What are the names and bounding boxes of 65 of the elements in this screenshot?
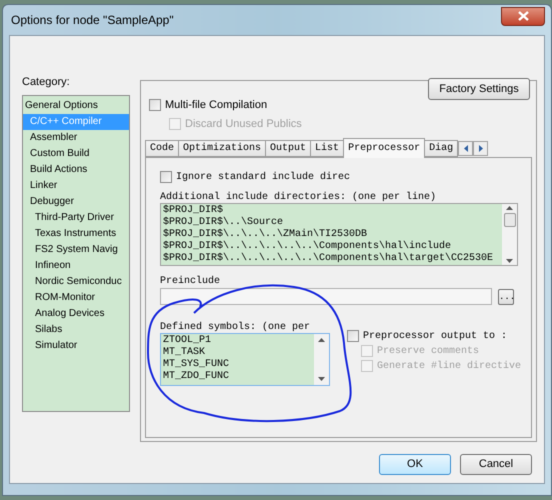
list-line: $PROJ_DIR$\..\..\..\..\..\Components\hal\include xyxy=(163,241,452,252)
list-line: MT_TASK xyxy=(163,347,206,359)
list-line: ZTOOL_P1 xyxy=(163,335,212,347)
category-list[interactable] xyxy=(22,95,130,412)
tree-item[interactable]: Third-Party Driver xyxy=(23,210,129,226)
scrollbar[interactable] xyxy=(314,334,329,385)
checkbox-label: Generate #line directive xyxy=(377,360,522,374)
scrollbar[interactable] xyxy=(502,204,517,265)
checkbox-label: Preprocessor output to : xyxy=(363,330,508,344)
checkbox-label: Multi-file Compilation xyxy=(165,98,268,113)
defined-symbols-field[interactable]: ZTOOL_P1 MT_TASK MT_SYS_FUNC MT_ZDO_FUNC xyxy=(160,333,330,386)
list-line: MT_SYS_FUNC xyxy=(163,359,230,371)
arrow-left-icon xyxy=(462,145,469,152)
tree-item[interactable]: Build Actions xyxy=(23,162,129,178)
checkbox[interactable] xyxy=(149,99,161,111)
preinclude-field[interactable] xyxy=(160,288,492,305)
tree-item[interactable]: Simulator xyxy=(23,338,129,354)
list-line: MT_ZDO_FUNC xyxy=(163,371,230,383)
scroll-down-icon[interactable] xyxy=(506,259,513,263)
tree-item[interactable]: Assembler xyxy=(23,130,129,146)
list-line: $PROJ_DIR$\..\..\..\..\..\Components\hal\target\CC2530E xyxy=(163,253,494,265)
scroll-up-icon[interactable] xyxy=(506,206,513,210)
tab[interactable]: List xyxy=(310,140,344,157)
tree-item[interactable]: General Options xyxy=(23,98,129,114)
checkbox-label: Discard Unused Publics xyxy=(185,116,302,132)
checkbox-label: Ignore standard include direc xyxy=(176,170,350,184)
tab[interactable]: Output xyxy=(265,140,312,157)
tree-item[interactable]: Linker xyxy=(23,178,129,194)
scroll-left-button[interactable] xyxy=(458,141,474,156)
include-directories-label: Additional include directories: (one per line) xyxy=(160,190,438,203)
tree-item[interactable]: Infineon xyxy=(23,258,129,274)
checkbox[interactable] xyxy=(160,171,172,183)
tab[interactable]: Optimizations xyxy=(178,140,266,157)
tree-item[interactable]: Custom Build xyxy=(23,146,129,162)
window-title: Options for node "SampleApp" xyxy=(11,12,174,29)
ok-button[interactable]: OK xyxy=(379,454,451,475)
list-line: $PROJ_DIR$ xyxy=(163,205,224,216)
tree-item[interactable]: Analog Devices xyxy=(23,306,129,322)
defined-symbols-label: Defined symbols: (one per xyxy=(160,320,312,333)
checkbox[interactable] xyxy=(347,330,359,342)
include-directories-field[interactable]: $PROJ_DIR$ $PROJ_DIR$\..\Source $PROJ_DIR$\..\..\..\ZMain\TI2530DB $PROJ_DIR$\..\..\..\..\..\Components\hal\include $PROJ_DIR$\..\..\..\..\..\Components\hal\target\CC2530E xyxy=(160,203,518,266)
tree-item[interactable]: FS2 System Navig xyxy=(23,242,129,258)
preinclude-label: Preinclude xyxy=(160,274,222,287)
scroll-right-button[interactable] xyxy=(473,141,488,156)
tab[interactable]: Code xyxy=(145,140,180,157)
tab[interactable]: Preprocessor xyxy=(343,138,426,158)
factory-settings-button[interactable]: Factory Settings xyxy=(428,78,530,100)
browse-button[interactable]: ... xyxy=(498,288,514,304)
checkbox-label: Preserve comments xyxy=(377,344,480,358)
tree-item[interactable]: Nordic Semiconduc xyxy=(23,274,129,290)
list-line: $PROJ_DIR$\..\Source xyxy=(163,217,284,228)
tree-item[interactable]: ROM-Monitor xyxy=(23,290,129,306)
close-icon xyxy=(518,11,528,21)
scroll-thumb[interactable] xyxy=(504,212,516,226)
cancel-button[interactable]: Cancel xyxy=(460,454,532,475)
tree-item[interactable]: Texas Instruments xyxy=(23,226,129,242)
list-line: $PROJ_DIR$\..\..\..\ZMain\TI2530DB xyxy=(163,229,368,240)
scroll-down-icon[interactable] xyxy=(318,377,325,381)
tree-item[interactable]: Debugger xyxy=(23,194,129,210)
close-button[interactable] xyxy=(501,6,545,26)
tab[interactable]: Diag xyxy=(424,140,458,157)
scroll-up-icon[interactable] xyxy=(318,338,325,342)
category-label: Category: xyxy=(22,75,71,89)
arrow-right-icon xyxy=(478,145,484,152)
tree-item[interactable]: Silabs xyxy=(23,322,129,338)
